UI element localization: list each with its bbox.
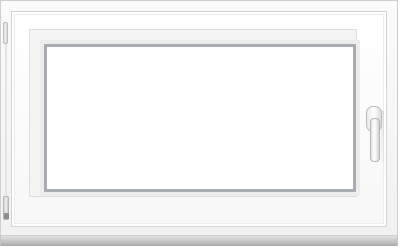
hinge-edge xyxy=(5,44,7,214)
top-hinge xyxy=(3,22,8,44)
hinge-cap xyxy=(4,213,9,219)
window-sill xyxy=(0,236,398,246)
window-handle[interactable] xyxy=(370,118,380,162)
glass-pane xyxy=(47,47,353,189)
window-photo xyxy=(0,0,400,248)
